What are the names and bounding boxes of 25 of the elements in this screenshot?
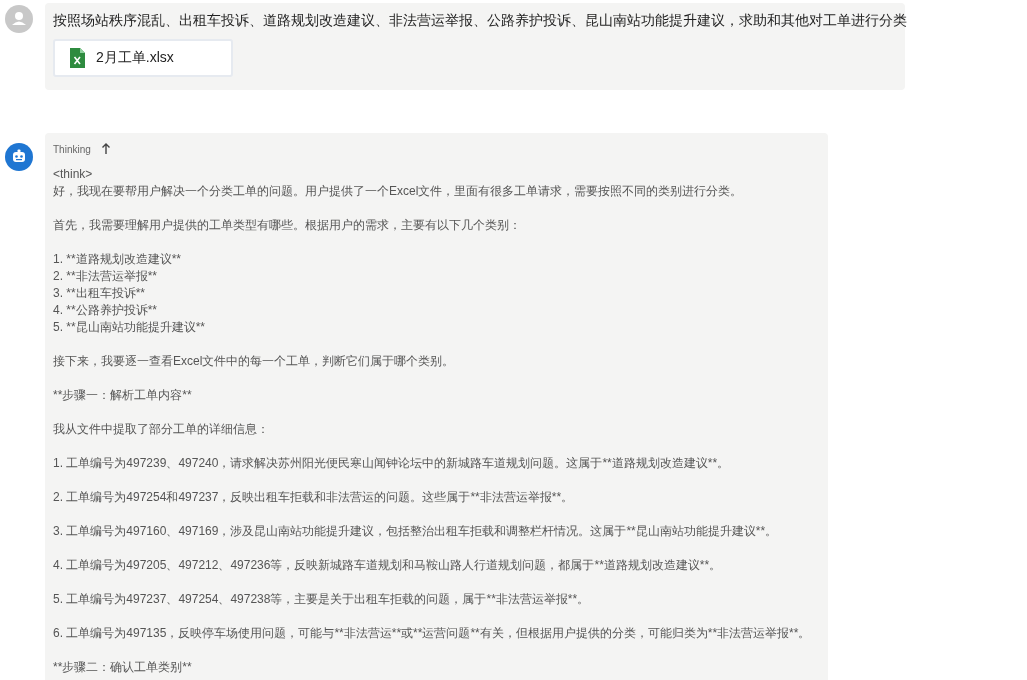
message-text: 按照场站秩序混乱、出租车投诉、道路规划改造建议、非法营运举报、公路养护投诉、昆山南站功能提升建议，求助和其他对工单进行分类: [53, 11, 905, 29]
text-line: **步骤二：确认工单类别**: [53, 659, 193, 676]
file-name: 2月工单.xlsx: [96, 49, 174, 67]
text-line: 3. **出租车投诉**: [53, 285, 147, 302]
text-line: 2. **非法营运举报**: [53, 268, 159, 285]
text-line: 5. **昆山南站功能提升建议**: [53, 319, 207, 336]
text-line: <think>: [53, 166, 94, 183]
robot-avatar-icon: [5, 143, 33, 171]
text-line: 6. 工单编号为497135，反映停车场使用问题，可能与**非法营运**或**运营问题**有关，但根据用户提供的分类，可能归类为**非法营运举报**。: [53, 625, 812, 642]
text-line: 2. 工单编号为497254和497237，反映出租车拒载和非法营运的问题。这些属于**非法营运举报**。: [53, 489, 575, 506]
text-line: 首先，我需要理解用户提供的工单类型有哪些。根据用户的需求，主要有以下几个类别：: [53, 217, 522, 234]
text-line: 3. 工单编号为497160、497169，涉及昆山南站功能提升建议，包括整治出租车拒载和调整栏杆情况。这属于**昆山南站功能提升建议**。: [53, 523, 779, 540]
text-line: **步骤一：解析工单内容**: [53, 387, 193, 404]
user-avatar-icon: [5, 5, 33, 33]
text-line: 1. **道路规划改造建议**: [53, 251, 183, 268]
text-line: 5. 工单编号为497237、497254、497238等，主要是关于出租车拒载的问题，属于**非法营运举报**。: [53, 591, 591, 608]
file-attachment[interactable]: 2月工单.xlsx: [53, 39, 233, 77]
text-line: 接下来，我要逐一查看Excel文件中的每一个工单，判断它们属于哪个类别。: [53, 353, 456, 370]
text-line: 1. 工单编号为497239、497240，请求解决苏州阳光便民寒山闻钟论坛中的新城路车道规划问题。这属于**道路规划改造建议**。: [53, 455, 731, 472]
text-line: 好，我现在要帮用户解决一个分类工单的问题。用户提供了一个Excel文件，里面有很多工单请求，需要按照不同的类别进行分类。: [53, 183, 744, 200]
thinking-toggle[interactable]: Thinking: [53, 141, 828, 157]
spreadsheet-file-icon: [69, 48, 86, 68]
text-line: 4. **公路养护投诉**: [53, 302, 159, 319]
text-line: 我从文件中提取了部分工单的详细信息：: [53, 421, 270, 438]
text-line: 4. 工单编号为497205、497212、497236等，反映新城路车道规划和马鞍山路人行道规划问题，都属于**道路规划改造建议**。: [53, 557, 723, 574]
